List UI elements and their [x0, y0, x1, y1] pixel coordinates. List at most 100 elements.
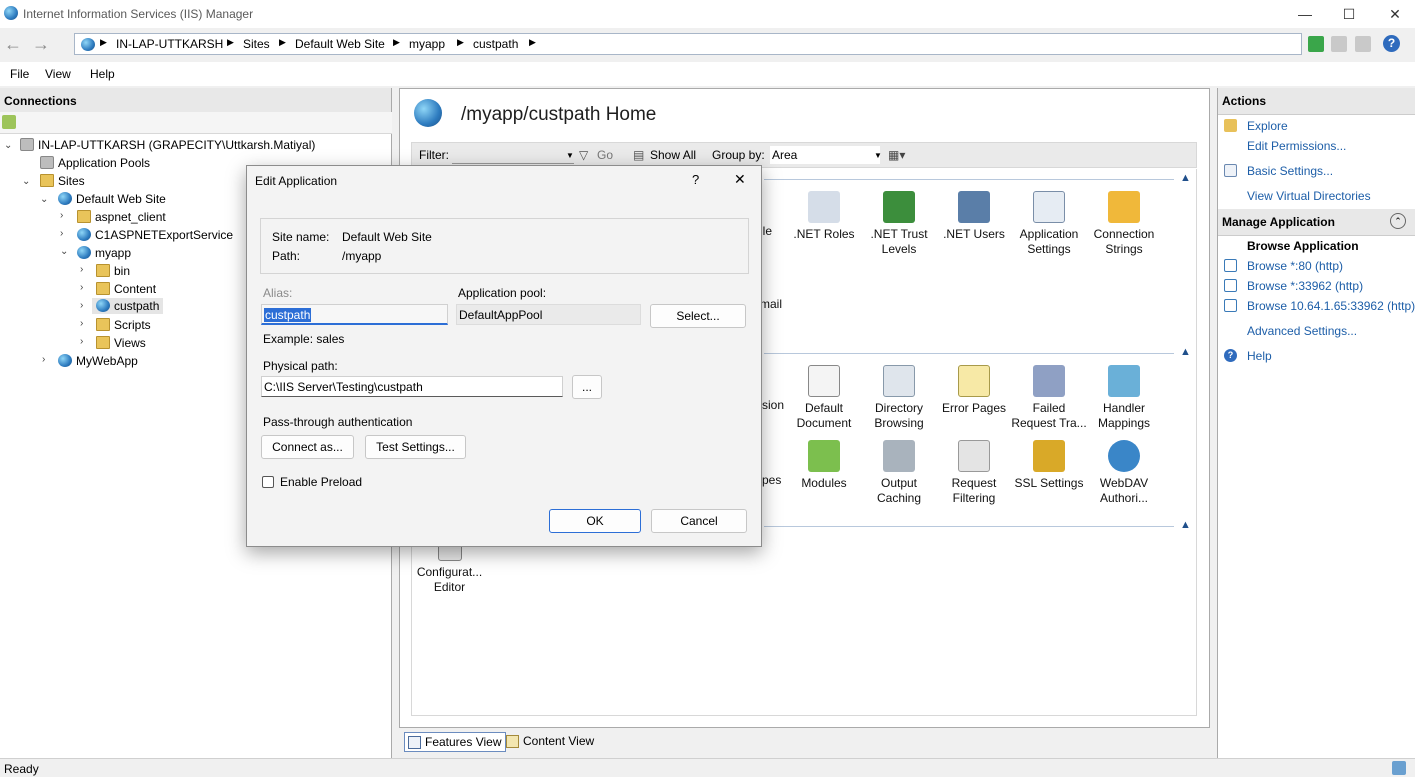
menu-view[interactable]: View	[45, 67, 71, 81]
feature-default-document[interactable]: Default Document	[785, 365, 863, 431]
tree-sites[interactable]: Sites	[40, 174, 85, 188]
feature-failed-request-tracing[interactable]: Failed Request Tra...	[1010, 365, 1088, 431]
feature-modules[interactable]: Modules	[785, 440, 863, 491]
dialog-help-button[interactable]: ?	[692, 172, 699, 187]
breadcrumb-separator-icon[interactable]: ▶	[100, 37, 107, 48]
connect-icon[interactable]	[2, 115, 16, 129]
feature-handler-mappings[interactable]: Handler Mappings	[1085, 365, 1163, 431]
dialog-close-button[interactable]: ✕	[734, 171, 746, 188]
enable-preload-checkbox[interactable]	[262, 476, 274, 488]
collapse-group-icon[interactable]: ▲	[1180, 519, 1191, 531]
expand-icon[interactable]: ›	[60, 228, 63, 239]
ok-button[interactable]: OK	[549, 509, 641, 533]
view-mode-icon[interactable]: ▦▾	[888, 148, 905, 162]
browse-path-button[interactable]: ...	[572, 375, 602, 399]
feature-connection-strings[interactable]: Connection Strings	[1085, 191, 1163, 257]
select-pool-button[interactable]: Select...	[650, 304, 746, 328]
group-by-select[interactable]: Area	[770, 146, 880, 164]
collapse-group-icon[interactable]: ▲	[1180, 346, 1191, 358]
action-explore[interactable]: Explore	[1247, 119, 1288, 133]
feature-directory-browsing[interactable]: Directory Browsing	[860, 365, 938, 431]
go-button[interactable]: Go	[597, 148, 613, 162]
expand-icon[interactable]: ›	[80, 336, 83, 347]
filter-input[interactable]	[452, 146, 574, 164]
address-bar[interactable]: ▶ IN-LAP-UTTKARSH ▶ Sites ▶ Default Web …	[74, 33, 1302, 55]
refresh-icon[interactable]	[1308, 36, 1324, 52]
collapse-icon[interactable]: ⌄	[60, 246, 68, 257]
tree-mywebapp[interactable]: MyWebApp	[58, 354, 138, 368]
action-browse-ip[interactable]: Browse 10.64.1.65:33962 (http)	[1247, 299, 1415, 313]
action-browse-33962[interactable]: Browse *:33962 (http)	[1247, 279, 1363, 293]
collapse-section-icon[interactable]: ⌃	[1390, 213, 1406, 229]
breadcrumb-server[interactable]: IN-LAP-UTTKARSH	[116, 37, 223, 51]
tab-content-view[interactable]: Content View	[503, 732, 598, 752]
feature-error-pages[interactable]: Error Pages	[935, 365, 1013, 416]
tree-application-pools[interactable]: Application Pools	[40, 156, 150, 170]
tree-default-web-site[interactable]: Default Web Site	[58, 192, 166, 206]
breadcrumb-custpath[interactable]: custpath	[473, 37, 518, 51]
breadcrumb-default-web-site[interactable]: Default Web Site	[295, 37, 385, 51]
physical-path-input[interactable]: C:\IIS Server\Testing\custpath	[261, 376, 563, 397]
chevron-down-icon[interactable]: ▼	[566, 151, 574, 160]
breadcrumb-myapp[interactable]: myapp	[409, 37, 445, 51]
alias-input[interactable]: custpath	[261, 304, 448, 325]
tree-custpath[interactable]: custpath	[92, 298, 164, 314]
test-settings-button[interactable]: Test Settings...	[365, 435, 466, 459]
tree-content[interactable]: Content	[96, 282, 156, 296]
action-browse-80[interactable]: Browse *:80 (http)	[1247, 259, 1343, 273]
action-advanced-settings[interactable]: Advanced Settings...	[1247, 324, 1357, 338]
home-icon[interactable]	[1355, 36, 1371, 52]
tree-server[interactable]: IN-LAP-UTTKARSH (GRAPECITY\Uttkarsh.Mati…	[20, 138, 315, 152]
expand-icon[interactable]: ›	[80, 300, 83, 311]
expand-icon[interactable]: ›	[42, 354, 45, 365]
expand-icon[interactable]: ›	[60, 210, 63, 221]
action-basic-settings[interactable]: Basic Settings...	[1247, 164, 1333, 178]
action-view-virtual-directories[interactable]: View Virtual Directories	[1247, 189, 1371, 203]
expand-icon[interactable]: ›	[80, 318, 83, 329]
menu-file[interactable]: File	[10, 67, 29, 81]
breadcrumb-separator-icon[interactable]: ▶	[457, 37, 464, 48]
action-edit-permissions[interactable]: Edit Permissions...	[1247, 139, 1346, 153]
feature-request-filtering[interactable]: Request Filtering	[935, 440, 1013, 506]
collapse-icon[interactable]: ⌄	[4, 140, 12, 151]
expand-icon[interactable]: ›	[80, 264, 83, 275]
feature-output-caching[interactable]: Output Caching	[860, 440, 938, 506]
menu-help[interactable]: Help	[90, 67, 115, 81]
tree-views[interactable]: Views	[96, 336, 146, 350]
feature-net-users[interactable]: .NET Users	[935, 191, 1013, 242]
filter-go-icon[interactable]: ▽	[579, 148, 588, 162]
expand-icon[interactable]: ›	[80, 282, 83, 293]
close-window-button[interactable]: ✕	[1372, 0, 1415, 28]
tree-scripts[interactable]: Scripts	[96, 318, 151, 332]
collapse-icon[interactable]: ⌄	[22, 176, 30, 187]
connect-as-button[interactable]: Connect as...	[261, 435, 354, 459]
feature-net-trust-levels[interactable]: .NET Trust Levels	[860, 191, 938, 257]
collapse-group-icon[interactable]: ▲	[1180, 172, 1191, 184]
breadcrumb-separator-icon[interactable]: ▶	[227, 37, 234, 48]
cancel-button[interactable]: Cancel	[651, 509, 747, 533]
action-help[interactable]: Help	[1247, 349, 1272, 363]
tree-c1aspnetexportservice[interactable]: C1ASPNETExportService	[77, 228, 233, 242]
tree-aspnet-client[interactable]: aspnet_client	[77, 210, 166, 224]
feature-net-roles[interactable]: .NET Roles	[785, 191, 863, 242]
help-icon[interactable]: ?	[1383, 35, 1400, 52]
breadcrumb-sites[interactable]: Sites	[243, 37, 270, 51]
minimize-button[interactable]: —	[1282, 0, 1328, 28]
chevron-down-icon[interactable]: ▼	[874, 151, 882, 160]
feature-smtp-email[interactable]: mail	[760, 297, 800, 312]
stop-icon[interactable]	[1331, 36, 1347, 52]
collapse-icon[interactable]: ⌄	[40, 194, 48, 205]
tab-features-view[interactable]: Features View	[404, 732, 507, 752]
breadcrumb-separator-icon[interactable]: ▶	[279, 37, 286, 48]
feature-application-settings[interactable]: Application Settings	[1010, 191, 1088, 257]
tree-bin[interactable]: bin	[96, 264, 130, 278]
forward-arrow-icon[interactable]: →	[32, 34, 50, 55]
show-all-button[interactable]: Show All	[650, 148, 696, 162]
maximize-button[interactable]: ☐	[1326, 0, 1372, 28]
feature-webdav-authoring[interactable]: WebDAV Authori...	[1085, 440, 1163, 506]
back-arrow-icon[interactable]: ←	[4, 34, 22, 55]
breadcrumb-separator-icon[interactable]: ▶	[393, 37, 400, 48]
feature-ssl-settings[interactable]: SSL Settings	[1010, 440, 1088, 491]
breadcrumb-separator-icon[interactable]: ▶	[529, 37, 536, 48]
tree-myapp[interactable]: myapp	[77, 246, 131, 260]
